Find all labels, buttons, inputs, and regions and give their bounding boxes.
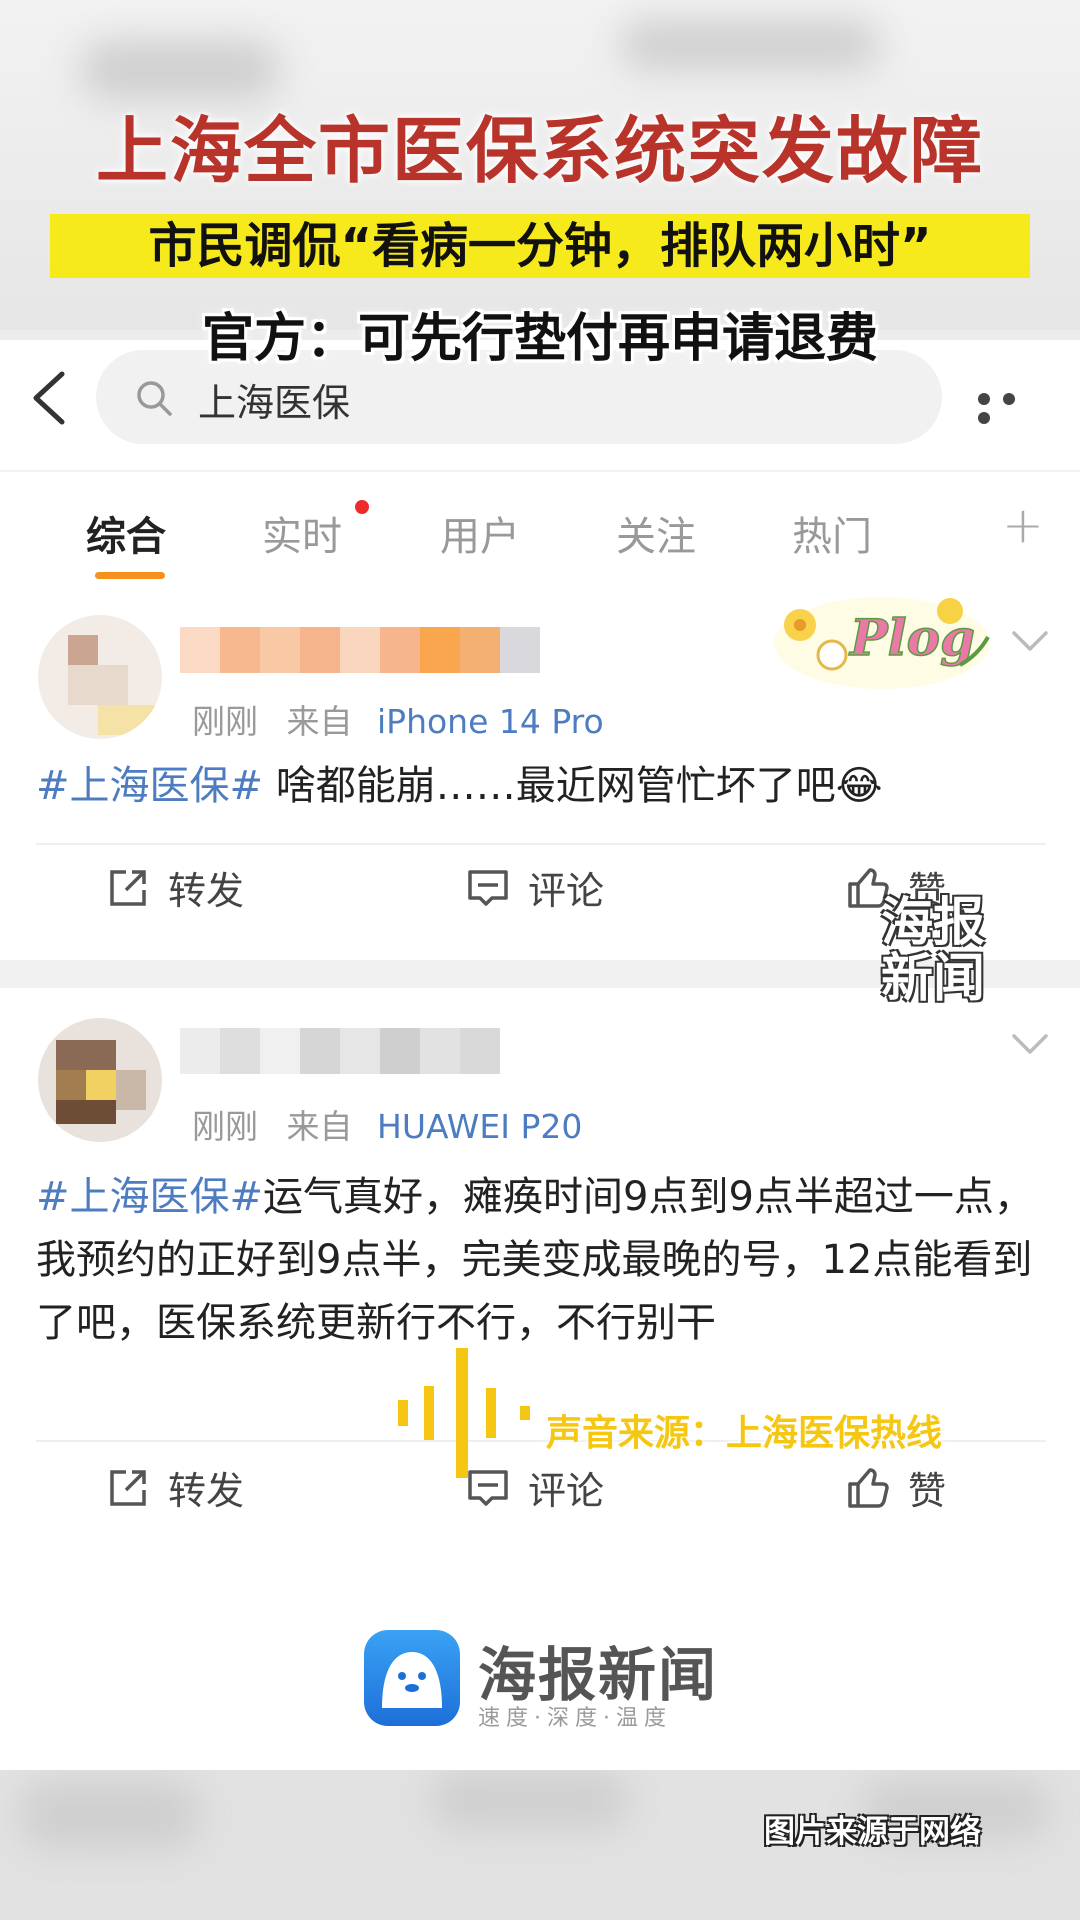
comment-button[interactable]: 评论: [466, 860, 604, 915]
repost-button[interactable]: 转发: [106, 860, 244, 915]
tab-users[interactable]: 用户: [440, 504, 520, 562]
news-official-note: 官方：可先行垫付再申请退费: [201, 309, 878, 369]
repost-label: 转发: [168, 1469, 245, 1513]
like-button[interactable]: 赞: [846, 1460, 946, 1515]
source-prefix: 来自: [286, 702, 353, 741]
comment-label: 评论: [528, 869, 605, 913]
device-name: iPhone 14 Pro: [377, 702, 604, 741]
hashtag-link[interactable]: #上海医保#: [36, 1174, 263, 1220]
post-time: 刚刚: [192, 1107, 258, 1146]
username-obscured[interactable]: [180, 627, 540, 673]
tab-hot[interactable]: 热门: [792, 504, 872, 562]
tab-following[interactable]: 关注: [616, 504, 696, 562]
avatar[interactable]: [38, 1018, 162, 1142]
thumbs-up-icon: [848, 1467, 889, 1508]
tab-comprehensive[interactable]: 综合: [86, 504, 166, 562]
search-tabs: 综合 实时 用户 关注 热门 +: [0, 470, 1080, 580]
hashtag-link[interactable]: #上海医保#: [36, 763, 263, 809]
chevron-down-icon[interactable]: [1010, 625, 1050, 655]
search-icon: [137, 381, 172, 416]
post-meta: 刚刚 来自 iPhone 14 Pro: [192, 695, 604, 743]
new-content-dot: [355, 500, 369, 514]
image-source-note: 图片来源于网络: [764, 1814, 981, 1850]
post-text: 啥都能崩……最近网管忙坏了吧😂: [263, 763, 883, 809]
chevron-down-icon[interactable]: [1010, 1028, 1050, 1058]
repost-label: 转发: [168, 869, 245, 913]
back-arrow-icon[interactable]: [28, 368, 72, 428]
search-query-text: 上海医保: [198, 381, 351, 425]
comment-icon: [468, 869, 508, 906]
post-meta: 刚刚 来自 HUAWEI P20: [192, 1100, 582, 1148]
like-label: 赞: [908, 1469, 947, 1513]
avatar[interactable]: [38, 615, 162, 739]
add-tab-icon[interactable]: +: [1002, 496, 1044, 554]
post-time: 刚刚: [192, 702, 258, 741]
tab-realtime[interactable]: 实时: [262, 504, 342, 562]
comment-label: 评论: [528, 1469, 605, 1513]
post-actions: 转发 评论 赞: [0, 1450, 1080, 1530]
audio-waveform-icon: [398, 1348, 530, 1478]
post-body: #上海医保#运气真好，瘫痪时间9点到9点半超过一点，我预约的正好到9点半，完美变…: [36, 1166, 1048, 1355]
repost-icon: [110, 869, 146, 906]
username-obscured[interactable]: [180, 1028, 500, 1074]
haibao-logo-icon: [364, 1630, 460, 1726]
news-subheadline: 市民调侃“看病一分钟，排队两小时”: [50, 214, 1030, 278]
haibao-watermark: 海报 新闻: [880, 893, 985, 1009]
source-prefix: 来自: [286, 1107, 353, 1146]
repost-icon: [110, 1469, 146, 1506]
post-card: 刚刚 来自 HUAWEI P20 #上海医保#运气真好，瘫痪时间9点到9点半超过…: [0, 988, 1080, 1568]
repost-button[interactable]: 转发: [106, 1460, 244, 1515]
news-headline: 上海全市医保系统突发故障: [95, 109, 984, 193]
brand-slogan: 速度·深度·温度: [478, 1706, 672, 1731]
plog-sticker-decoration: Plog: [774, 597, 990, 689]
device-name: HUAWEI P20: [377, 1107, 583, 1146]
more-options-icon[interactable]: [978, 390, 1044, 424]
brand-footer: 海报新闻 速度·深度·温度: [0, 1570, 1080, 1770]
divider: [36, 843, 1046, 845]
audio-source-label: 声音来源：上海医保热线: [546, 1413, 943, 1454]
post-body: #上海医保# 啥都能崩……最近网管忙坏了吧😂: [36, 755, 1048, 818]
active-tab-indicator: [95, 572, 165, 579]
